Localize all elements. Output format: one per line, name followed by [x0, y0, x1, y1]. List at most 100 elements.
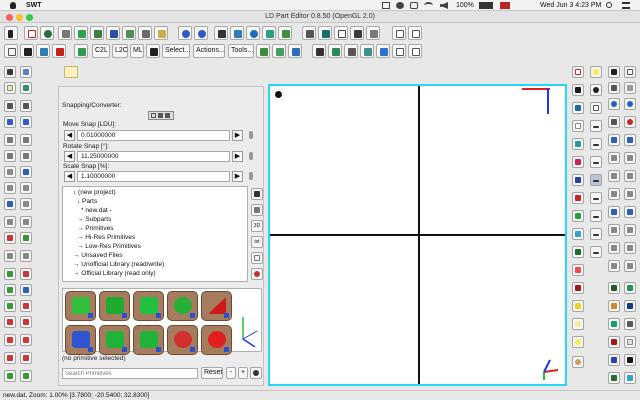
primitive-tile-2[interactable] [99, 291, 130, 321]
right-col2-color-7[interactable] [608, 336, 620, 348]
right-col3-18[interactable] [624, 206, 636, 218]
right-col3-3[interactable] [608, 82, 620, 94]
right-col3-17[interactable] [608, 206, 620, 218]
left-tool-36[interactable] [20, 352, 32, 364]
redo-icon[interactable] [194, 26, 208, 40]
actions-menu-button[interactable]: Actions... [193, 44, 225, 58]
tree-item-primitives[interactable]: → Primitives [77, 225, 113, 232]
isecalc-button[interactable] [360, 44, 374, 58]
search-primitives-input[interactable] [62, 368, 198, 379]
left-tool-18[interactable] [20, 198, 32, 210]
right-tool-2[interactable] [590, 66, 602, 78]
primitive-tile-3[interactable] [133, 291, 164, 321]
right-col2-color-1[interactable] [608, 282, 620, 294]
tree-side-button-5[interactable] [251, 252, 263, 264]
left-tool-14[interactable] [20, 166, 32, 178]
tree-item-official-library[interactable]: → Official Library (read only) [73, 270, 156, 277]
right-col2-color-5[interactable] [608, 318, 620, 330]
right-col3-13[interactable] [608, 170, 620, 182]
arrow-left-icon[interactable]: ◀ [64, 151, 75, 162]
left-tool-30[interactable] [20, 300, 32, 312]
scale-snap-input[interactable]: 1.10000000 [77, 171, 230, 182]
left-tool-9[interactable] [4, 134, 16, 146]
rectifier-button[interactable] [344, 44, 358, 58]
primitive-tile-9[interactable] [167, 325, 198, 355]
right-col3-1[interactable] [608, 66, 620, 78]
left-tool-24[interactable] [20, 250, 32, 262]
palette-color-7[interactable] [572, 210, 584, 222]
right-col2-color-2[interactable] [624, 282, 636, 294]
left-tool-29[interactable] [4, 300, 16, 312]
left-tool-23[interactable] [4, 250, 16, 262]
left-tool-4[interactable] [20, 82, 32, 94]
split-button[interactable] [272, 44, 286, 58]
vertex-mode-button[interactable] [318, 26, 332, 40]
left-tool-2[interactable] [20, 66, 32, 78]
subfile-mode-button[interactable] [366, 26, 380, 40]
left-tool-5[interactable] [4, 100, 16, 112]
palette-color-8[interactable] [572, 228, 584, 240]
tree-item-new-dat[interactable]: * new.dat - [81, 207, 112, 214]
primitive-tile-5[interactable] [201, 291, 232, 321]
rotate-snap-input[interactable]: 11.25000000 [77, 151, 230, 162]
layer-button-7[interactable] [154, 26, 168, 40]
primitives-panel[interactable] [62, 288, 262, 355]
tree-item-unsaved-files[interactable]: → Unsaved Files [73, 252, 123, 259]
gear-icon[interactable] [273, 89, 284, 100]
left-tool-38[interactable] [20, 370, 32, 382]
project-tree[interactable]: ↓ (new project) ↓ Parts * new.dat - → Su… [62, 186, 248, 282]
right-line-2[interactable] [590, 102, 602, 114]
left-tool-26[interactable] [20, 268, 32, 280]
tree-item-parts[interactable]: ↓ Parts [77, 198, 97, 205]
primitive-tile-4[interactable] [167, 291, 198, 321]
zoom-out-button[interactable]: - [226, 367, 236, 379]
left-tool-19[interactable] [4, 216, 16, 228]
right-col2-color-8[interactable] [624, 336, 636, 348]
close-icon[interactable] [572, 66, 584, 78]
layer-button-6[interactable] [138, 26, 152, 40]
left-tool-37[interactable] [4, 370, 16, 382]
tree-side-button-1[interactable] [251, 188, 263, 200]
right-col3-23[interactable] [608, 260, 620, 272]
tree-item-project[interactable]: ↓ (new project) [73, 189, 116, 196]
color-button-2[interactable] [20, 44, 34, 58]
left-tool-35[interactable] [4, 352, 16, 364]
arrow-left-icon[interactable]: ◀ [64, 130, 75, 141]
left-tool-22[interactable] [20, 232, 32, 244]
right-col3-20[interactable] [624, 224, 636, 236]
3d-viewport[interactable] [268, 84, 567, 386]
color-button-5[interactable] [146, 44, 160, 58]
primitive-tile-7[interactable] [99, 325, 130, 355]
right-col3-7[interactable] [608, 116, 620, 128]
color-button-3[interactable] [36, 44, 50, 58]
palette-color-0[interactable] [572, 84, 584, 96]
3d-view-button[interactable]: 3D [251, 220, 263, 232]
right-col3-4[interactable] [624, 82, 636, 94]
left-tool-11[interactable] [4, 150, 16, 162]
undo-icon[interactable] [251, 268, 263, 280]
right-col2-color-6[interactable] [624, 318, 636, 330]
edge-button[interactable] [312, 44, 326, 58]
scale-mode-button[interactable] [262, 26, 276, 40]
slicer-button[interactable] [376, 44, 390, 58]
primitive-tile-8[interactable] [133, 325, 164, 355]
palette-color-10[interactable] [572, 264, 584, 276]
right-col2-color-10[interactable] [624, 354, 636, 366]
snap-grid-button[interactable] [74, 44, 88, 58]
right-col3-24[interactable] [624, 260, 636, 272]
color-button-1[interactable] [4, 44, 18, 58]
left-tool-15[interactable] [4, 182, 16, 194]
left-tool-1[interactable] [4, 66, 16, 78]
right-col3-6[interactable] [624, 98, 636, 110]
right-col3-22[interactable] [624, 242, 636, 254]
reset-search-button[interactable]: Reset [201, 367, 223, 379]
layer-button-1[interactable] [58, 26, 72, 40]
palette-color-6[interactable] [572, 192, 584, 204]
c2l-button[interactable]: C2L [92, 44, 110, 58]
view-mode-button[interactable] [302, 26, 316, 40]
zoom-window-button[interactable] [26, 14, 33, 21]
left-tool-20[interactable] [20, 216, 32, 228]
right-col3-9[interactable] [608, 134, 620, 146]
right-line-4[interactable] [590, 138, 602, 150]
pin-icon[interactable] [249, 172, 253, 180]
